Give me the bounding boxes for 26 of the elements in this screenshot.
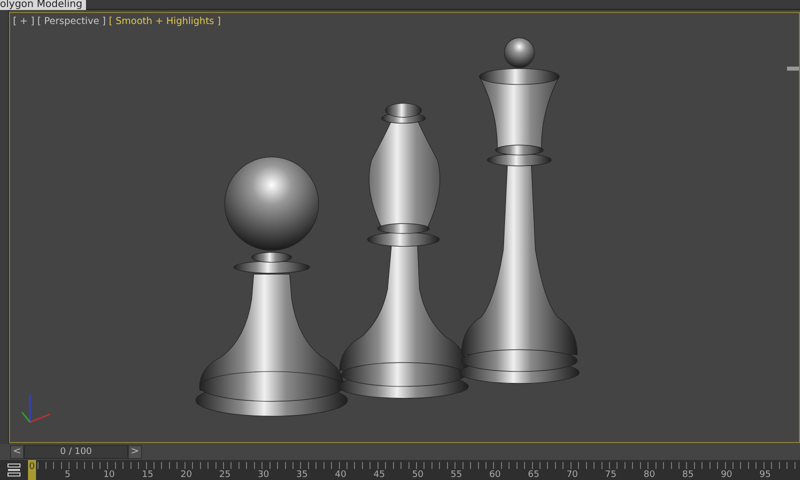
frame-label[interactable]: 60 [489, 470, 501, 480]
frame-label[interactable]: 65 [528, 470, 540, 480]
viewport-label[interactable]: [ Perspective ] [37, 16, 106, 27]
frame-label[interactable]: 30 [258, 470, 270, 480]
next-frame-button[interactable]: > [128, 445, 142, 459]
frame-label[interactable]: 0 [28, 460, 36, 480]
frame-label[interactable]: 80 [644, 470, 656, 480]
frame-label[interactable]: 50 [412, 470, 424, 480]
previous-frame-button[interactable]: < [10, 445, 24, 459]
frame-label[interactable]: 10 [103, 470, 115, 480]
frame-label[interactable]: 45 [373, 470, 385, 480]
frame-label[interactable]: 15 [142, 470, 154, 480]
frame-label[interactable]: 20 [180, 470, 192, 480]
frame-label[interactable]: 35 [296, 470, 308, 480]
frame-label[interactable]: 55 [450, 470, 462, 480]
frame-label[interactable]: 5 [64, 470, 70, 480]
frame-counter[interactable]: 0 / 100 [24, 445, 128, 459]
frame-label[interactable]: 25 [219, 470, 231, 480]
frame-label[interactable]: 95 [759, 470, 771, 480]
frame-label[interactable]: 75 [605, 470, 616, 480]
frame-label[interactable]: 70 [566, 470, 578, 480]
viewport-label[interactable]: [ + ] [13, 16, 34, 27]
frame-label[interactable]: 85 [682, 470, 694, 480]
frame-label[interactable]: 40 [334, 470, 346, 480]
frame-label[interactable]: 90 [720, 470, 732, 480]
viewport-label[interactable]: [ Smooth + Highlights ] [108, 16, 221, 27]
